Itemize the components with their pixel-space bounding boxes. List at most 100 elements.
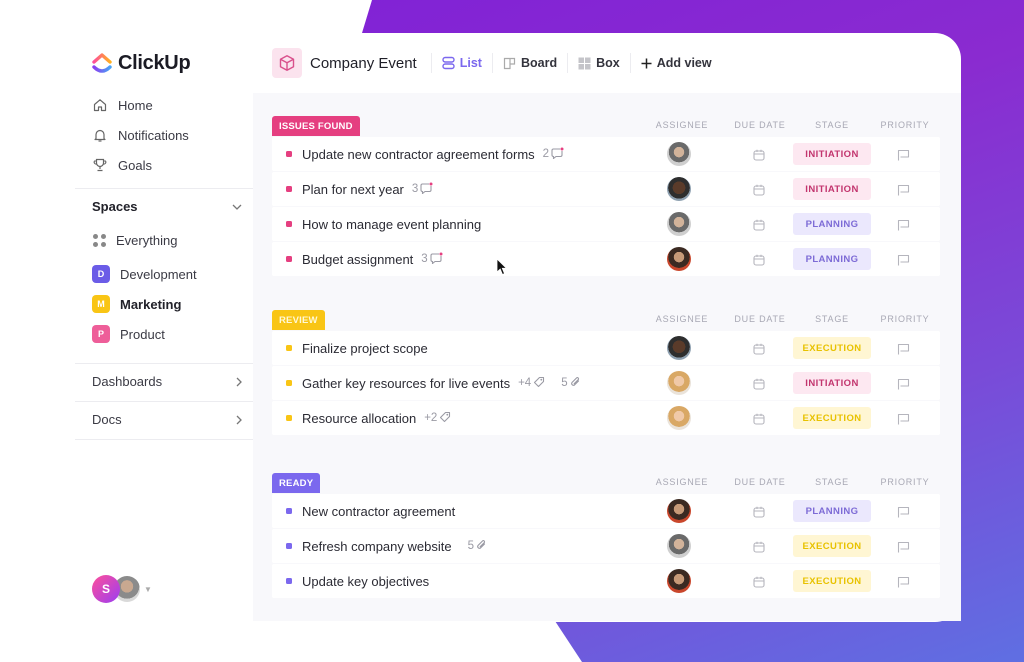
column-header-due-date[interactable]: DUE DATE [722, 477, 798, 487]
task-name[interactable]: Update new contractor agreement forms 2 [302, 147, 564, 162]
task-row[interactable]: Gather key resources for live events +4 5 I… [272, 366, 940, 400]
priority-flag-icon[interactable] [897, 540, 910, 558]
priority-flag-icon[interactable] [897, 253, 910, 271]
space-marketing[interactable]: M Marketing [92, 295, 181, 313]
task-name[interactable]: Finalize project scope [302, 341, 428, 356]
nav-dashboards[interactable]: Dashboards [92, 374, 242, 389]
user-menu[interactable]: S ▼ [92, 575, 152, 603]
spaces-header[interactable]: Spaces [92, 199, 242, 214]
tab-board[interactable]: Board [503, 56, 557, 70]
nav-home[interactable]: Home [92, 90, 189, 120]
calendar-icon[interactable] [753, 342, 765, 360]
priority-flag-icon[interactable] [897, 505, 910, 523]
stage-badge[interactable]: PLANNING [793, 213, 871, 235]
task-row[interactable]: Update new contractor agreement forms 2 IN… [272, 137, 940, 171]
task-row[interactable]: Update key objectives EXECUTION [272, 564, 940, 598]
stage-badge[interactable]: INITIATION [793, 372, 871, 394]
assignee-avatar[interactable] [667, 247, 691, 271]
column-header-priority[interactable]: PRIORITY [870, 477, 940, 487]
task-row[interactable]: Plan for next year 3 INITIATION [272, 172, 940, 206]
attachment-count[interactable]: 5 [468, 539, 487, 554]
column-header-due-date[interactable]: DUE DATE [722, 314, 798, 324]
priority-flag-icon[interactable] [897, 412, 910, 430]
assignee-avatar[interactable] [667, 212, 691, 236]
status-square-icon[interactable] [286, 508, 292, 514]
priority-flag-icon[interactable] [897, 148, 910, 166]
attachment-count[interactable]: 5 [561, 376, 580, 391]
assignee-avatar[interactable] [667, 406, 691, 430]
calendar-icon[interactable] [753, 218, 765, 236]
column-header-assignee[interactable]: ASSIGNEE [642, 120, 722, 130]
stage-badge[interactable]: INITIATION [793, 178, 871, 200]
column-header-priority[interactable]: PRIORITY [870, 120, 940, 130]
column-header-stage[interactable]: STAGE [793, 314, 871, 324]
priority-flag-icon[interactable] [897, 575, 910, 593]
status-square-icon[interactable] [286, 415, 292, 421]
assignee-avatar[interactable] [667, 371, 691, 395]
comment-count[interactable]: 3 [421, 252, 443, 267]
priority-flag-icon[interactable] [897, 218, 910, 236]
status-square-icon[interactable] [286, 543, 292, 549]
status-square-icon[interactable] [286, 578, 292, 584]
priority-flag-icon[interactable] [897, 377, 910, 395]
column-header-stage[interactable]: STAGE [793, 120, 871, 130]
comment-count[interactable]: 3 [412, 182, 433, 197]
nav-goals[interactable]: Goals [92, 150, 189, 180]
assignee-avatar[interactable] [667, 336, 691, 360]
assignee-avatar[interactable] [667, 569, 691, 593]
group-status-label[interactable]: REVIEW [272, 310, 325, 330]
task-row[interactable]: Budget assignment 3 PLANNING [272, 242, 940, 276]
task-row[interactable]: Resource allocation +2 EXECUTION [272, 401, 940, 435]
nav-docs[interactable]: Docs [92, 412, 242, 427]
stage-badge[interactable]: PLANNING [793, 248, 871, 270]
assignee-avatar[interactable] [667, 177, 691, 201]
stage-badge[interactable]: EXECUTION [793, 535, 871, 557]
task-name[interactable]: Resource allocation +2 [302, 411, 451, 426]
column-header-stage[interactable]: STAGE [793, 477, 871, 487]
stage-badge[interactable]: EXECUTION [793, 337, 871, 359]
comment-count[interactable]: 2 [543, 147, 564, 162]
calendar-icon[interactable] [753, 183, 765, 201]
assignee-avatar[interactable] [667, 534, 691, 558]
calendar-icon[interactable] [753, 505, 765, 523]
task-row[interactable]: Finalize project scope EXECUTION [272, 331, 940, 365]
nav-notifications[interactable]: Notifications [92, 120, 189, 150]
task-row[interactable]: Refresh company website 5 EXECUTION [272, 529, 940, 563]
calendar-icon[interactable] [753, 377, 765, 395]
stage-badge[interactable]: INITIATION [793, 143, 871, 165]
task-name[interactable]: Gather key resources for live events +4 5 [302, 376, 581, 391]
status-square-icon[interactable] [286, 256, 292, 262]
column-header-assignee[interactable]: ASSIGNEE [642, 314, 722, 324]
add-view-button[interactable]: Add view [641, 56, 712, 70]
group-status-label[interactable]: ISSUES FOUND [272, 116, 360, 136]
task-name[interactable]: New contractor agreement [302, 504, 455, 519]
assignee-avatar[interactable] [667, 499, 691, 523]
priority-flag-icon[interactable] [897, 342, 910, 360]
stage-badge[interactable]: EXECUTION [793, 570, 871, 592]
tab-list[interactable]: List [442, 56, 482, 70]
status-square-icon[interactable] [286, 345, 292, 351]
space-everything[interactable]: Everything [92, 233, 177, 248]
task-name[interactable]: How to manage event planning [302, 217, 481, 232]
status-square-icon[interactable] [286, 380, 292, 386]
space-development[interactable]: D Development [92, 265, 197, 283]
logo[interactable]: ClickUp [92, 52, 191, 75]
calendar-icon[interactable] [753, 148, 765, 166]
task-row[interactable]: How to manage event planning PLANNING [272, 207, 940, 241]
assignee-avatar[interactable] [667, 142, 691, 166]
tag-count[interactable]: +4 [518, 376, 545, 391]
status-square-icon[interactable] [286, 151, 292, 157]
space-product[interactable]: P Product [92, 325, 165, 343]
stage-badge[interactable]: EXECUTION [793, 407, 871, 429]
group-status-label[interactable]: READY [272, 473, 321, 493]
calendar-icon[interactable] [753, 253, 765, 271]
column-header-priority[interactable]: PRIORITY [870, 314, 940, 324]
tab-box[interactable]: Box [578, 56, 620, 70]
column-header-assignee[interactable]: ASSIGNEE [642, 477, 722, 487]
calendar-icon[interactable] [753, 412, 765, 430]
task-name[interactable]: Plan for next year 3 [302, 182, 433, 197]
tag-count[interactable]: +2 [424, 411, 451, 426]
calendar-icon[interactable] [753, 540, 765, 558]
column-header-due-date[interactable]: DUE DATE [722, 120, 798, 130]
task-row[interactable]: New contractor agreement PLANNING [272, 494, 940, 528]
